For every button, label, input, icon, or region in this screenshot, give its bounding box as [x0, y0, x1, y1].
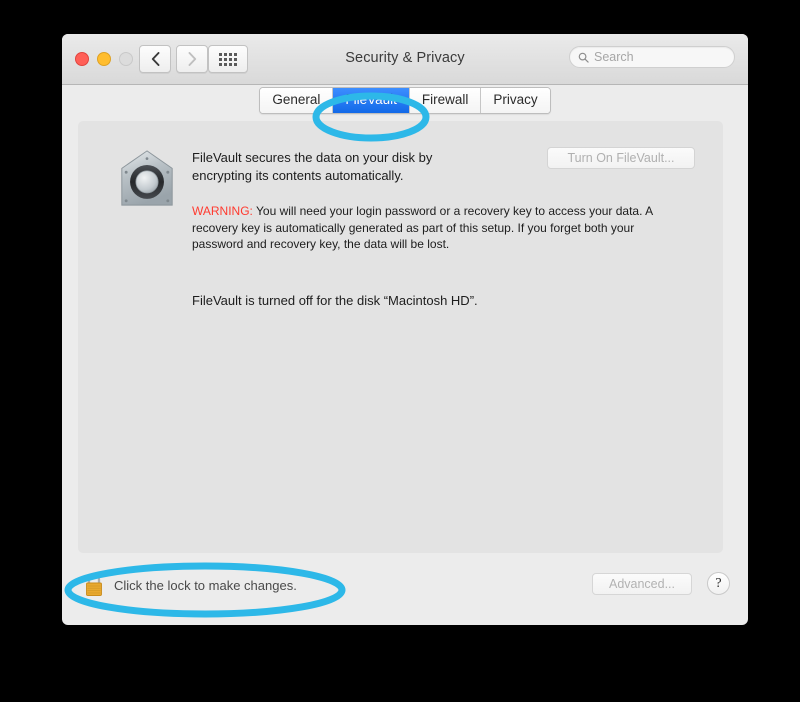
lock-row[interactable]: Click the lock to make changes.	[83, 572, 297, 598]
filevault-status: FileVault is turned off for the disk “Ma…	[192, 292, 478, 308]
search-field[interactable]: Search	[569, 46, 735, 68]
close-button[interactable]	[75, 52, 89, 66]
search-placeholder: Search	[594, 50, 634, 64]
warning-label: WARNING:	[192, 204, 253, 218]
lock-message: Click the lock to make changes.	[114, 577, 297, 593]
filevault-text-column: FileVault secures the data on your disk …	[192, 149, 652, 308]
navigation-buttons	[139, 45, 208, 73]
filevault-icon	[121, 150, 173, 206]
traffic-light-group	[75, 52, 133, 66]
show-all-button[interactable]	[208, 45, 248, 73]
filevault-warning: WARNING: You will need your login passwo…	[192, 203, 658, 253]
help-button[interactable]: ?	[707, 572, 730, 595]
lock-closed-icon[interactable]	[83, 572, 105, 598]
chevron-left-icon	[151, 52, 159, 66]
window-footer: Click the lock to make changes. Advanced…	[62, 559, 748, 625]
tab-bar: General FileVault Firewall Privacy	[62, 87, 748, 114]
warning-text: You will need your login password or a r…	[192, 204, 653, 251]
turn-on-filevault-button[interactable]: Turn On FileVault...	[547, 147, 695, 169]
tab-filevault[interactable]: FileVault	[333, 88, 410, 113]
zoom-button	[119, 52, 133, 66]
tab-privacy[interactable]: Privacy	[481, 88, 550, 113]
grid-icon	[219, 52, 237, 66]
window-titlebar: Security & Privacy Search	[62, 34, 748, 85]
tab-firewall[interactable]: Firewall	[409, 88, 482, 113]
tab-group: General FileVault Firewall Privacy	[259, 87, 551, 114]
filevault-description: FileVault secures the data on your disk …	[192, 150, 433, 183]
forward-button	[176, 45, 208, 73]
security-privacy-window: Security & Privacy Search General FileVa…	[62, 34, 748, 625]
filevault-panel: FileVault secures the data on your disk …	[78, 121, 723, 553]
advanced-button[interactable]: Advanced...	[592, 573, 692, 595]
chevron-right-icon	[188, 52, 196, 66]
minimize-button[interactable]	[97, 52, 111, 66]
back-button[interactable]	[139, 45, 171, 73]
tab-general[interactable]: General	[260, 88, 334, 113]
search-icon	[578, 52, 589, 63]
